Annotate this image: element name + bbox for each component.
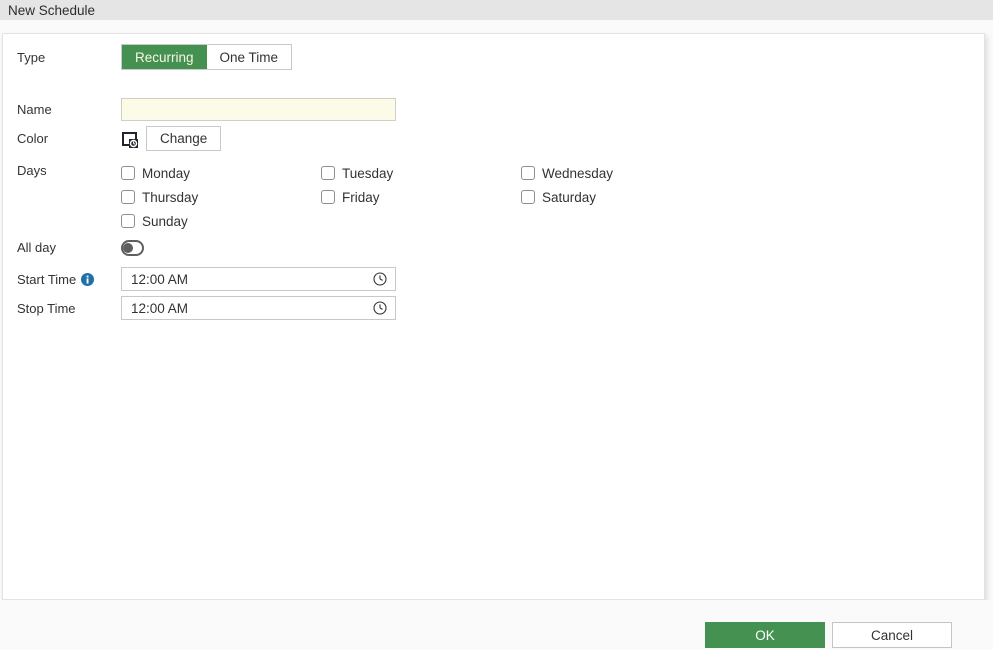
dialog-titlebar: New Schedule (0, 0, 993, 20)
start-time-label: Start Time (17, 272, 121, 287)
clock-icon (373, 301, 387, 315)
day-option-thursday[interactable]: Thursday (121, 185, 321, 209)
toggle-knob (123, 243, 133, 253)
day-option-wednesday[interactable]: Wednesday (521, 161, 721, 185)
checkbox-monday[interactable] (121, 166, 135, 180)
clock-icon (373, 272, 387, 286)
dialog-footer: OK Cancel (0, 600, 993, 650)
tab-one-time[interactable]: One Time (207, 45, 292, 69)
color-label: Color (17, 131, 121, 146)
days-row: Days Monday Tuesday Wednesday Thursday F… (17, 161, 984, 233)
name-input[interactable] (121, 98, 396, 121)
name-label: Name (17, 102, 121, 117)
page-title: New Schedule (8, 3, 95, 18)
stop-time-label: Stop Time (17, 301, 121, 316)
day-label: Friday (342, 190, 380, 205)
new-schedule-form-panel: Type Recurring One Time Name Color Chang… (2, 33, 985, 600)
start-time-input[interactable]: 12:00 AM (121, 267, 396, 291)
day-option-monday[interactable]: Monday (121, 161, 321, 185)
checkbox-thursday[interactable] (121, 190, 135, 204)
day-option-friday[interactable]: Friday (321, 185, 521, 209)
checkbox-sunday[interactable] (121, 214, 135, 228)
name-row: Name (17, 98, 984, 121)
color-row: Color Change (17, 126, 984, 151)
schedule-color-swatch-icon (121, 129, 140, 149)
days-label: Days (17, 161, 121, 178)
color-change-button[interactable]: Change (146, 126, 221, 151)
start-time-value: 12:00 AM (122, 272, 373, 287)
checkbox-wednesday[interactable] (521, 166, 535, 180)
type-label: Type (17, 50, 121, 65)
day-option-saturday[interactable]: Saturday (521, 185, 721, 209)
all-day-label: All day (17, 240, 121, 255)
day-label: Monday (142, 166, 190, 181)
day-label: Tuesday (342, 166, 393, 181)
start-time-row: Start Time 12:00 AM (17, 267, 984, 291)
type-segmented-control: Recurring One Time (121, 44, 292, 70)
day-label: Saturday (542, 190, 596, 205)
day-label: Wednesday (542, 166, 613, 181)
checkbox-saturday[interactable] (521, 190, 535, 204)
checkbox-tuesday[interactable] (321, 166, 335, 180)
days-grid: Monday Tuesday Wednesday Thursday Friday… (121, 161, 721, 233)
day-option-tuesday[interactable]: Tuesday (321, 161, 521, 185)
type-row: Type Recurring One Time (17, 44, 984, 70)
all-day-row: All day (17, 239, 984, 256)
stop-time-input[interactable]: 12:00 AM (121, 296, 396, 320)
checkbox-friday[interactable] (321, 190, 335, 204)
tab-recurring[interactable]: Recurring (122, 45, 207, 69)
stop-time-row: Stop Time 12:00 AM (17, 296, 984, 320)
stop-time-value: 12:00 AM (122, 301, 373, 316)
day-label: Sunday (142, 214, 188, 229)
cancel-button[interactable]: Cancel (832, 622, 952, 648)
day-label: Thursday (142, 190, 198, 205)
ok-button[interactable]: OK (705, 622, 825, 648)
all-day-toggle[interactable] (121, 240, 144, 256)
day-option-sunday[interactable]: Sunday (121, 209, 321, 233)
info-icon (81, 273, 94, 286)
